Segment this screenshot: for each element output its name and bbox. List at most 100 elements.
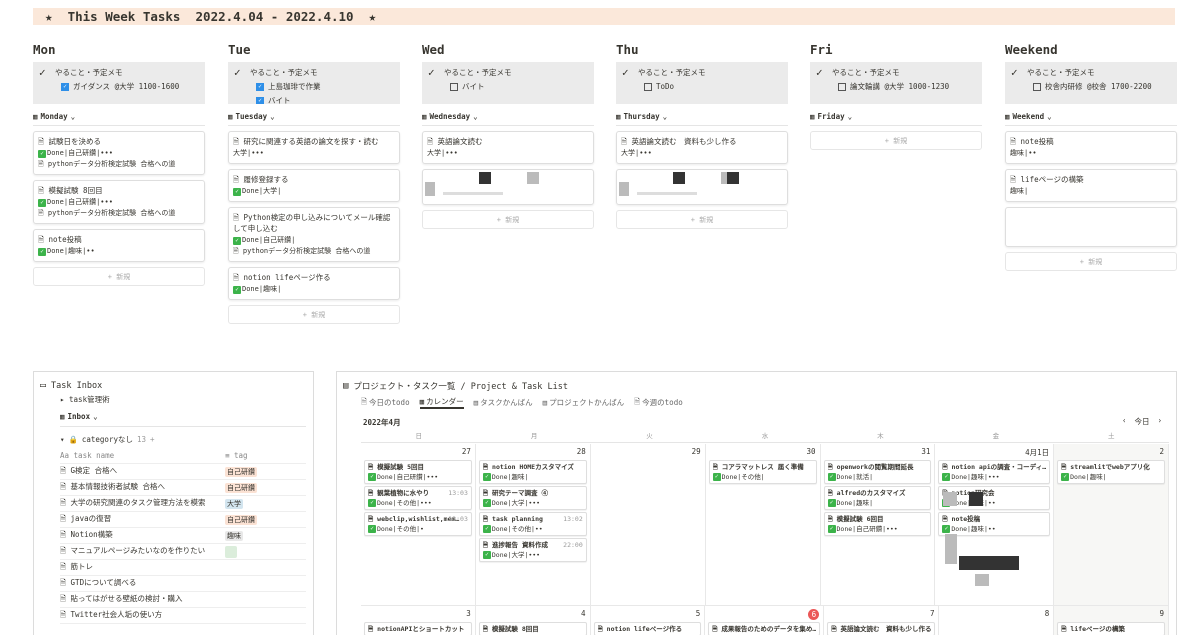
memo-todo[interactable]: ✓ ガイダンス @大学 1100-1600 xyxy=(39,80,199,94)
table-row[interactable]: 🗎 Twitter社会人垢の使い方 xyxy=(60,608,306,624)
table-row[interactable]: 🗎 大学の研究関連のタスク管理方法を模索 大学 xyxy=(60,496,306,512)
checkbox[interactable]: ✓ xyxy=(256,97,264,104)
group-header[interactable]: ▦ Thursday ⌄ xyxy=(616,110,788,122)
new-card-button[interactable]: + 新規 xyxy=(1005,252,1177,271)
memo-todo[interactable]: バイト xyxy=(428,80,588,94)
calendar-day[interactable]: 27 🗎 模擬試験 5回目 ✓ Done|自己研鑽|••• 🗎 観葉植物に水やり 13:0… xyxy=(361,444,476,606)
memo-todo[interactable]: 校舎内研修 @校舎 1700-2200 xyxy=(1011,80,1171,94)
calendar-event[interactable]: 🗎 英語論文読む 資料も少し作る xyxy=(827,622,936,635)
table-row[interactable]: 🗎 GTDについて調べる xyxy=(60,576,306,592)
table-row[interactable]: 🗎 筋トレ xyxy=(60,560,306,576)
checkbox[interactable] xyxy=(1033,83,1041,91)
calendar-event[interactable]: 🗎 進捗報告 資料作成 22:00 ✓ Done|大学|••• xyxy=(478,538,587,562)
new-card-button[interactable]: + 新規 xyxy=(422,210,594,229)
memo-todo[interactable]: ✓ 上島珈琲で作業 xyxy=(234,80,394,94)
calendar-day[interactable]: 6 🗎 成果報告のためのデータを集め… xyxy=(705,606,825,635)
new-card-button[interactable]: + 新規 xyxy=(810,131,982,150)
memo-todo[interactable]: 論文輪講 @大学 1000-1230 xyxy=(816,80,976,94)
tab-1[interactable]: ▦ カレンダー xyxy=(419,395,464,409)
checkbox[interactable] xyxy=(838,83,846,91)
calendar-event[interactable]: 🗎 コアラマットレス 届く準備 ✓ Done|その他| xyxy=(708,460,817,484)
category-group[interactable]: ▾ 🔒 categoryなし 13 + xyxy=(60,434,155,445)
task-card[interactable]: 🗎 模擬試験 8回目 ✓ Done|自己研鑽|••• 🗎 pythonデータ分析検定試… xyxy=(33,180,205,224)
redacted-card[interactable] xyxy=(616,169,788,205)
calendar-event[interactable]: 🗎 streamlitでwebアプリ化 ✓ Done|趣味| xyxy=(1057,460,1165,484)
task-card[interactable]: 🗎 note投稿 ✓ Done|趣味|•• xyxy=(33,229,205,262)
memo-todo[interactable]: ✓ バイト xyxy=(234,94,394,104)
today-button[interactable]: 今日 xyxy=(1134,416,1149,427)
new-card-button[interactable]: + 新規 xyxy=(33,267,205,286)
calendar-event[interactable]: 🗎 notion lifeページ作る xyxy=(593,622,702,635)
calendar-event[interactable]: 🗎 模擬試験 6回目 ✓ Done|自己研鑽|••• xyxy=(823,512,932,536)
calendar-day[interactable]: 31 🗎 openworkの閲覧期間延長 ✓ Done|就活| 🗎 alfredのカスタ… xyxy=(820,444,936,606)
task-card[interactable]: 🗎 英語論文読む 大学|••• xyxy=(422,131,594,164)
relation[interactable]: 🗎 pythonデータ分析検定試験 合格への道 xyxy=(38,159,200,170)
task-card[interactable]: 🗎 lifeページの構築 趣味| xyxy=(1005,169,1177,202)
table-row[interactable]: 🗎 Notion構築 趣味 xyxy=(60,528,306,544)
calendar-day[interactable]: 5 🗎 notion lifeページ作る xyxy=(591,606,706,635)
task-card[interactable]: 🗎 履修登録する ✓ Done|大学| xyxy=(228,169,400,202)
prev-month-button[interactable]: ‹ xyxy=(1122,416,1127,427)
calendar-event[interactable]: 🗎 模擬試験 5回目 ✓ Done|自己研鑽|••• xyxy=(364,460,472,484)
calendar-event[interactable]: 🗎 note投稿 ✓ Done|趣味|•• xyxy=(938,512,1051,536)
table-row[interactable]: 🗎 G検定 合格へ 自己研鑽 xyxy=(60,464,306,480)
calendar-event[interactable]: 🗎 notionAPIとショートカット xyxy=(364,622,472,635)
calendar-day[interactable]: 3 🗎 notionAPIとショートカット xyxy=(361,606,476,635)
checkbox[interactable] xyxy=(644,83,652,91)
calendar-event[interactable]: 🗎 研究テーマ調査 ④ ✓ Done|大学|••• xyxy=(478,486,587,510)
new-card-button[interactable]: + 新規 xyxy=(616,210,788,229)
calendar-event[interactable]: 🗎 alfredのカスタマイズ ✓ Done|趣味| xyxy=(823,486,932,510)
task-card[interactable]: 🗎 note投稿 趣味|•• xyxy=(1005,131,1177,164)
calendar-day[interactable]: 4月1日 🗎 notion apiの調査・コーディ… ✓ Done|趣味|••• 🗎 n… xyxy=(935,444,1055,606)
blank-card[interactable] xyxy=(1005,207,1177,247)
memo-callout: ✓ やること・予定メモ 論文輪講 @大学 1000-1230 xyxy=(810,62,982,104)
redacted-card[interactable] xyxy=(422,169,594,205)
table-row[interactable]: 🗎 javaの復習 自己研鑽 xyxy=(60,512,306,528)
group-header[interactable]: ▦ Friday ⌄ xyxy=(810,110,982,122)
checkbox[interactable]: ✓ xyxy=(256,83,264,91)
table-row[interactable]: 🗎 貼ってはがせる壁紙の検討・購入 xyxy=(60,592,306,608)
calendar-day[interactable]: 9 🗎 lifeページの構築 xyxy=(1054,606,1169,635)
calendar-day[interactable]: 29 xyxy=(590,444,706,606)
calendar-event[interactable]: 🗎 task planning 13:02 ✓ Done|その他|•• xyxy=(478,512,587,536)
add-icon[interactable]: + xyxy=(150,435,155,444)
new-card-button[interactable]: + 新規 xyxy=(228,305,400,324)
calendar-event[interactable]: 🗎 観葉植物に水やり 13:03 ✓ Done|その他|••• xyxy=(364,486,472,510)
calendar-day[interactable]: 4 🗎 模擬試験 8回目 xyxy=(476,606,591,635)
checkbox[interactable]: ✓ xyxy=(61,83,69,91)
calendar-event[interactable]: 🗎 openworkの閲覧期間延長 ✓ Done|就活| xyxy=(823,460,932,484)
tab-0[interactable]: 🗎 今日のtodo xyxy=(361,395,410,409)
calendar-day[interactable]: 7 🗎 英語論文読む 資料も少し作る xyxy=(824,606,940,635)
group-header[interactable]: ▦ Weekend ⌄ xyxy=(1005,110,1177,122)
memo-todo[interactable]: ToDo xyxy=(622,80,782,94)
tab-3[interactable]: ▤ プロジェクトかんばん xyxy=(543,395,625,409)
task-card[interactable]: 🗎 notion lifeページ作る ✓ Done|趣味| xyxy=(228,267,400,300)
calendar-day[interactable]: 30 🗎 コアラマットレス 届く準備 ✓ Done|その他| xyxy=(705,444,821,606)
tab-2[interactable]: ▤ タスクかんばん xyxy=(474,395,533,409)
next-month-button[interactable]: › xyxy=(1157,416,1162,427)
table-row[interactable]: 🗎 基本情報技術者試験 合格へ 自己研鑽 xyxy=(60,480,306,496)
task-toggle[interactable]: ▸ task管理術 xyxy=(60,394,110,405)
relation[interactable]: 🗎 pythonデータ分析検定試験 合格への道 xyxy=(38,208,200,219)
inbox-view-switch[interactable]: ▦ Inbox ⌄ xyxy=(60,412,98,421)
calendar-day[interactable]: 28 🗎 notion HOMEカスタマイズ ✓ Done|趣味| 🗎 研究テーマ調査 … xyxy=(475,444,591,606)
task-card[interactable]: 🗎 研究に関連する英語の論文を探す・読む 大学|••• xyxy=(228,131,400,164)
tab-4[interactable]: 🗎 今週のtodo xyxy=(634,395,683,409)
calendar-day[interactable]: 8 xyxy=(939,606,1055,635)
table-row[interactable]: 🗎 マニュアルページみたいなのを作りたい xyxy=(60,544,306,560)
calendar-event[interactable]: 🗎 notion apiの調査・コーディ… ✓ Done|趣味|••• xyxy=(938,460,1051,484)
calendar-event[interactable]: 🗎 notion HOMEカスタマイズ ✓ Done|趣味| xyxy=(478,460,587,484)
task-card[interactable]: 🗎 試験日を決める ✓ Done|自己研鑽|••• 🗎 pythonデータ分析検定試験… xyxy=(33,131,205,175)
calendar-event[interactable]: 🗎 webclip,wishlist,mem… 13:03 ✓ Done|その他|• xyxy=(364,512,472,536)
calendar-day[interactable]: 2 🗎 streamlitでwebアプリ化 ✓ Done|趣味| xyxy=(1054,444,1169,606)
calendar-event[interactable]: 🗎 模擬試験 8回目 xyxy=(478,622,587,635)
group-header[interactable]: ▦ Tuesday ⌄ xyxy=(228,110,400,122)
task-card[interactable]: 🗎 英語論文読む 資料も少し作る 大学|••• xyxy=(616,131,788,164)
calendar-event[interactable]: 🗎 成果報告のためのデータを集め… xyxy=(708,622,821,635)
group-header[interactable]: ▦ Wednesday ⌄ xyxy=(422,110,594,122)
group-header[interactable]: ▦ Monday ⌄ xyxy=(33,110,205,122)
relation[interactable]: 🗎 pythonデータ分析検定試験 合格への道 xyxy=(233,246,395,257)
task-card[interactable]: 🗎 Python検定の申し込みについてメール確認して申し込む ✓ Done|自己研鑽… xyxy=(228,207,400,262)
checkbox[interactable] xyxy=(450,83,458,91)
calendar-event[interactable]: 🗎 lifeページの構築 xyxy=(1057,622,1165,635)
